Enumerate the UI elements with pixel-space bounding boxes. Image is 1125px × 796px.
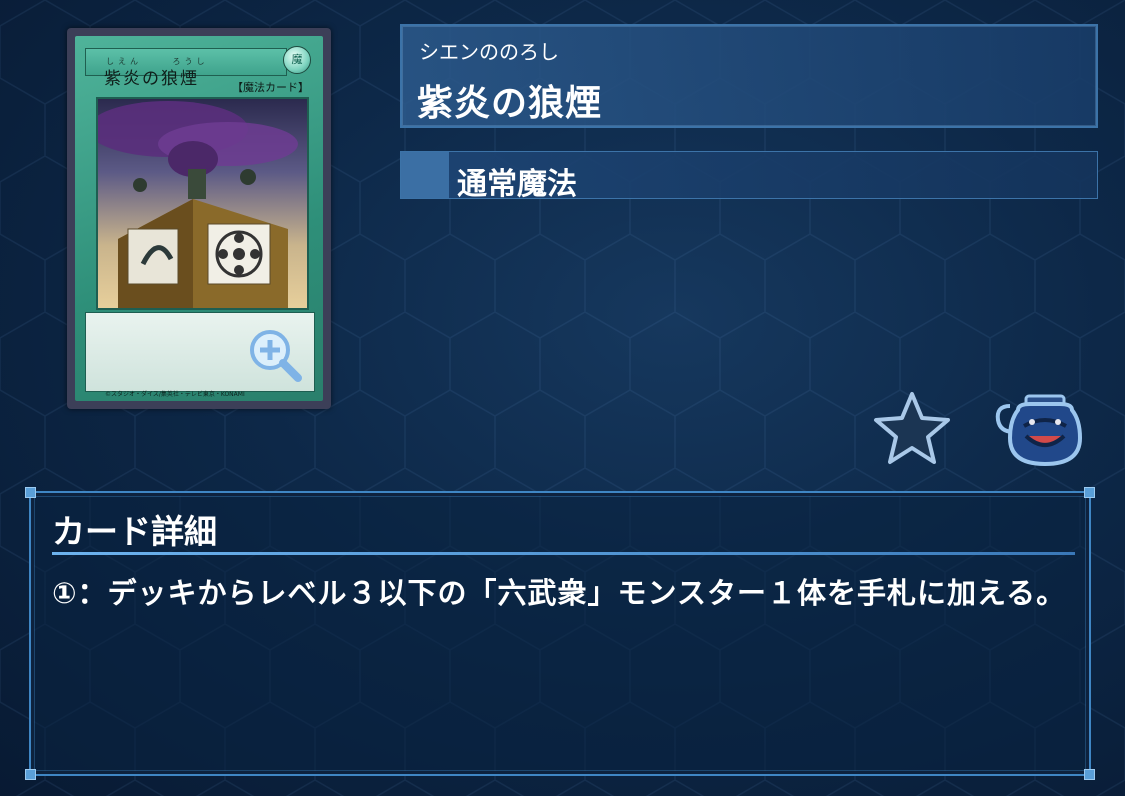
detail-heading: カード詳細 xyxy=(52,512,217,551)
spell-type-panel: 通常魔法 xyxy=(400,151,1098,202)
panel-corner xyxy=(1084,769,1095,780)
spell-attribute-icon: 魔 xyxy=(283,46,311,74)
star-icon[interactable] xyxy=(872,390,952,466)
panel-corner xyxy=(25,769,36,780)
card-name-bar: しえん ろうし 紫炎の狼煙 xyxy=(85,48,287,89)
detail-divider xyxy=(52,552,1075,555)
panel-corner xyxy=(25,487,36,498)
card-copyright: ©スタジオ・ダイス/集英社・テレビ東京・KONAMI xyxy=(105,391,245,398)
pot-of-greed-icon[interactable] xyxy=(992,392,1084,468)
card-effect-text: ①：デッキからレベル３以下の「六武衆」モンスター１体を手札に加える。 xyxy=(52,576,1067,610)
card-detail-panel: カード詳細 ①：デッキからレベル３以下の「六武衆」モンスター１体を手札に加える。 xyxy=(25,487,1095,780)
card-name: 紫炎の狼煙 xyxy=(104,69,199,89)
panel-corner xyxy=(1084,487,1095,498)
spell-type-label: 通常魔法 xyxy=(457,167,577,202)
card-reading: シエンののろし xyxy=(419,40,559,64)
card-title: 紫炎の狼煙 xyxy=(417,83,603,124)
type-accent-block xyxy=(401,152,449,198)
card-artwork xyxy=(96,97,309,310)
card-type-label: 【魔法カード】 xyxy=(232,81,309,94)
card-name-panel: シエンののろし 紫炎の狼煙 xyxy=(400,24,1098,128)
zoom-in-icon[interactable] xyxy=(246,326,304,384)
